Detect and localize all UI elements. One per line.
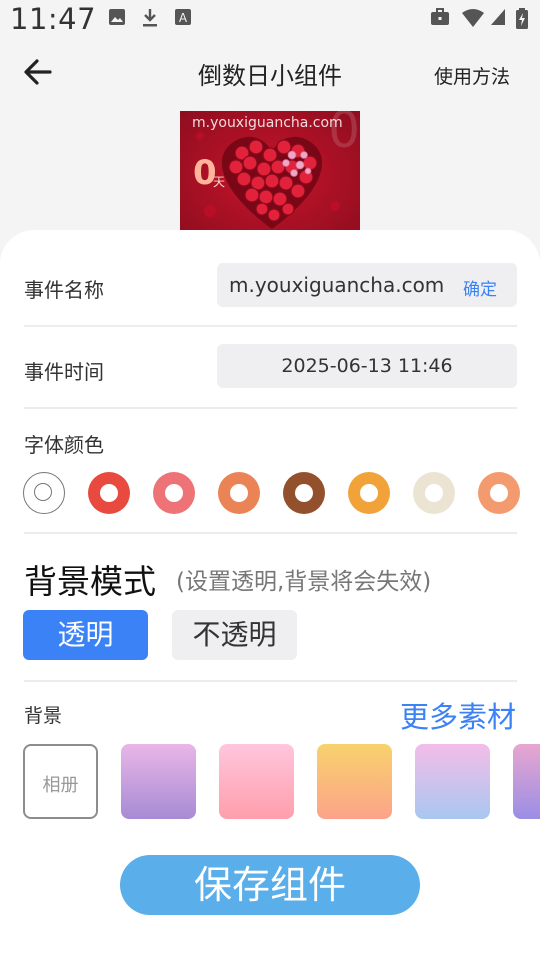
status-bar: 11:47 A — [0, 0, 540, 36]
event-time-field[interactable]: 2025-06-13 11:46 — [217, 344, 517, 388]
preview-day-unit: 天 — [213, 175, 226, 189]
battery-charging-icon — [516, 8, 528, 29]
font-icon: A — [175, 9, 191, 25]
widget-preview: 0 m.youxiguancha.com 0 天 2025-06-13 周五 — [180, 111, 360, 241]
background-thumb-5[interactable] — [513, 744, 540, 819]
album-picker-button[interactable]: 相册 — [23, 744, 98, 819]
background-thumb-4[interactable] — [415, 744, 490, 819]
confirm-button[interactable]: 确定 — [463, 275, 497, 300]
font-color-swatch-2[interactable] — [88, 472, 130, 514]
font-color-swatch-7[interactable] — [413, 472, 455, 514]
wifi-icon — [462, 9, 484, 27]
more-materials-link[interactable]: 更多素材 — [400, 694, 516, 736]
transparent-mode-button[interactable]: 透明 — [23, 610, 148, 660]
divider — [24, 325, 517, 327]
background-mode-hint: (设置透明,背景将会失效) — [176, 569, 432, 595]
opaque-mode-button[interactable]: 不透明 — [172, 610, 297, 660]
font-color-swatch-1[interactable] — [23, 472, 65, 514]
preview-url-text: m.youxiguancha.com — [192, 115, 343, 131]
album-label: 相册 — [42, 775, 79, 796]
status-time: 11:47 — [10, 2, 97, 36]
event-name-label: 事件名称 — [24, 278, 104, 302]
divider — [24, 407, 517, 409]
font-color-swatch-6[interactable] — [348, 472, 390, 514]
divider — [24, 680, 517, 682]
font-color-swatch-3[interactable] — [153, 472, 195, 514]
font-color-swatch-4[interactable] — [218, 472, 260, 514]
event-time-value[interactable]: 2025-06-13 11:46 — [217, 355, 517, 377]
usage-help-button[interactable]: 使用方法 — [434, 62, 510, 89]
background-thumb-1[interactable] — [121, 744, 196, 819]
background-label: 背景 — [24, 705, 63, 727]
navigation-bar: 倒数日小组件 使用方法 — [0, 36, 540, 112]
background-thumb-3[interactable] — [317, 744, 392, 819]
signal-icon — [491, 9, 505, 25]
event-name-field[interactable]: m.youxiguancha.com 确定 — [217, 263, 517, 307]
background-mode-title: 背景模式 — [24, 562, 156, 601]
divider — [24, 532, 517, 534]
event-time-label: 事件时间 — [24, 360, 104, 384]
briefcase-icon — [431, 8, 449, 25]
background-thumb-2[interactable] — [219, 744, 294, 819]
font-color-swatch-5[interactable] — [283, 472, 325, 514]
save-widget-button[interactable]: 保存组件 — [120, 855, 420, 915]
font-color-label: 字体颜色 — [24, 433, 104, 457]
download-icon — [143, 9, 157, 27]
font-color-swatch-8[interactable] — [478, 472, 520, 514]
event-name-input[interactable]: m.youxiguancha.com — [229, 273, 444, 297]
svg-text:A: A — [179, 11, 188, 25]
image-icon — [109, 9, 125, 25]
